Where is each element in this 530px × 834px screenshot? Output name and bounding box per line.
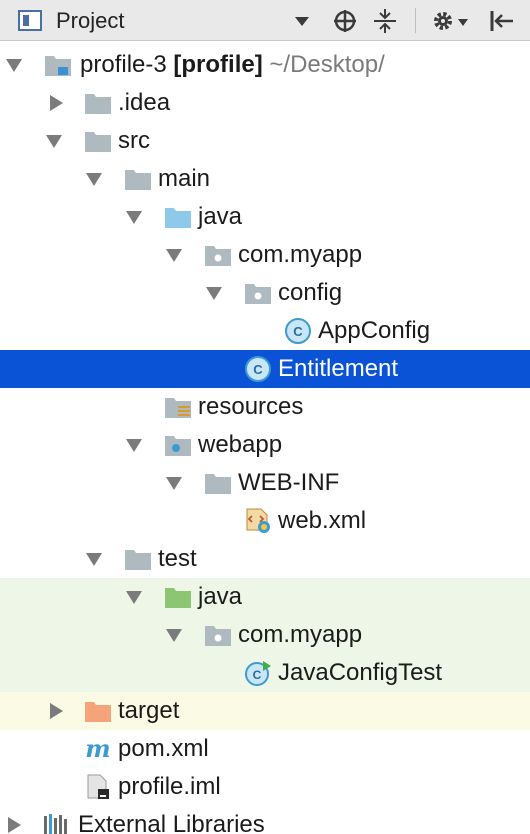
folder-icon <box>125 550 151 570</box>
expanded-arrow-icon[interactable] <box>124 207 144 227</box>
webapp-label: webapp <box>198 431 283 458</box>
project-tree: profile-3 [profile] ~/Desktop/ .idea src… <box>0 41 530 834</box>
tree-node-javaconfigtest[interactable]: C JavaConfigTest <box>0 654 530 692</box>
collapsed-arrow-icon[interactable] <box>46 701 66 721</box>
appconfig-label: AppConfig <box>318 317 431 344</box>
target-label: target <box>118 697 180 724</box>
tree-node-test-package[interactable]: com.myapp <box>0 616 530 654</box>
main-package-label: com.myapp <box>238 241 363 268</box>
hide-panel-icon[interactable] <box>484 0 518 41</box>
svg-text:C: C <box>253 668 262 682</box>
resources-label: resources <box>198 393 304 420</box>
main-java-label: java <box>198 203 243 230</box>
expanded-arrow-icon[interactable] <box>84 169 104 189</box>
src-label: src <box>118 127 150 154</box>
root-name: profile-3 <box>80 51 167 78</box>
project-toolbar: Project <box>0 0 530 41</box>
svg-text:C: C <box>293 324 303 339</box>
java-class-icon: C <box>285 318 311 344</box>
tree-node-idea[interactable]: .idea <box>0 84 530 122</box>
tree-node-webapp[interactable]: webapp <box>0 426 530 464</box>
maven-icon: m <box>85 736 110 762</box>
idea-label: .idea <box>118 89 171 116</box>
package-icon <box>245 284 271 304</box>
config-label: config <box>278 279 343 306</box>
iml-label: profile.iml <box>118 773 221 800</box>
webinf-label: WEB-INF <box>238 469 340 496</box>
toolbar-separator <box>415 8 416 33</box>
java-class-icon: C <box>245 356 271 382</box>
folder-icon <box>205 474 231 494</box>
xml-file-icon <box>246 508 270 533</box>
tree-node-webinf[interactable]: WEB-INF <box>0 464 530 502</box>
tree-node-resources[interactable]: resources <box>0 388 530 426</box>
tree-node-external-libraries[interactable]: External Libraries <box>0 806 530 834</box>
collapsed-arrow-icon[interactable] <box>46 93 66 113</box>
tree-node-entitlement[interactable]: C Entitlement <box>0 350 530 388</box>
excluded-folder-icon <box>85 702 111 722</box>
javaconfigtest-label: JavaConfigTest <box>278 659 443 686</box>
module-folder-icon <box>45 56 71 76</box>
package-icon <box>205 246 231 266</box>
entitlement-label: Entitlement <box>278 355 399 382</box>
test-folder-icon <box>165 588 191 608</box>
tree-node-main-java[interactable]: java <box>0 198 530 236</box>
expanded-arrow-icon[interactable] <box>44 131 64 151</box>
tree-node-pom[interactable]: m pom.xml <box>0 730 530 768</box>
folder-icon <box>85 94 111 114</box>
expanded-arrow-icon[interactable] <box>124 435 144 455</box>
tree-node-appconfig[interactable]: C AppConfig <box>0 312 530 350</box>
tree-node-main[interactable]: main <box>0 160 530 198</box>
locate-icon[interactable] <box>330 0 360 41</box>
tree-node-test-java[interactable]: java <box>0 578 530 616</box>
expanded-arrow-icon[interactable] <box>164 473 184 493</box>
folder-icon <box>125 170 151 190</box>
panel-title[interactable]: Project <box>56 0 124 41</box>
svg-text:m: m <box>85 736 110 762</box>
tree-node-root[interactable]: profile-3 [profile] ~/Desktop/ <box>0 46 530 84</box>
expanded-arrow-icon[interactable] <box>164 625 184 645</box>
root-label: profile-3 [profile] ~/Desktop/ <box>80 46 385 84</box>
pom-label: pom.xml <box>118 735 209 762</box>
collapsed-arrow-icon[interactable] <box>4 815 24 834</box>
test-package-label: com.myapp <box>238 621 363 648</box>
iml-file-icon <box>87 774 109 799</box>
test-label: test <box>158 545 197 572</box>
root-module: [profile] <box>173 51 263 78</box>
expanded-arrow-icon[interactable] <box>204 283 224 303</box>
expanded-arrow-icon[interactable] <box>164 245 184 265</box>
source-folder-icon <box>165 208 191 228</box>
tree-node-main-package[interactable]: com.myapp <box>0 236 530 274</box>
web-folder-icon <box>165 436 191 456</box>
package-icon <box>205 626 231 646</box>
gear-icon[interactable] <box>428 0 472 41</box>
svg-text:C: C <box>253 362 263 377</box>
webxml-label: web.xml <box>278 507 367 534</box>
tree-node-webxml[interactable]: web.xml <box>0 502 530 540</box>
tree-node-src[interactable]: src <box>0 122 530 160</box>
expanded-arrow-icon[interactable] <box>4 55 24 75</box>
collapse-all-icon[interactable] <box>370 0 400 41</box>
expanded-arrow-icon[interactable] <box>84 549 104 569</box>
test-class-icon: C <box>245 661 271 686</box>
folder-icon <box>85 132 111 152</box>
project-view-icon[interactable] <box>14 0 48 41</box>
test-java-label: java <box>198 583 243 610</box>
libraries-icon <box>44 814 67 834</box>
tree-node-target[interactable]: target <box>0 692 530 730</box>
main-label: main <box>158 165 211 192</box>
tree-node-iml[interactable]: profile.iml <box>0 768 530 806</box>
root-path: ~/Desktop/ <box>269 51 385 78</box>
tree-node-test[interactable]: test <box>0 540 530 578</box>
dropdown-icon[interactable] <box>290 0 314 41</box>
expanded-arrow-icon[interactable] <box>124 587 144 607</box>
external-libraries-label: External Libraries <box>78 811 265 834</box>
resources-folder-icon <box>165 398 191 418</box>
tree-node-config[interactable]: config <box>0 274 530 312</box>
